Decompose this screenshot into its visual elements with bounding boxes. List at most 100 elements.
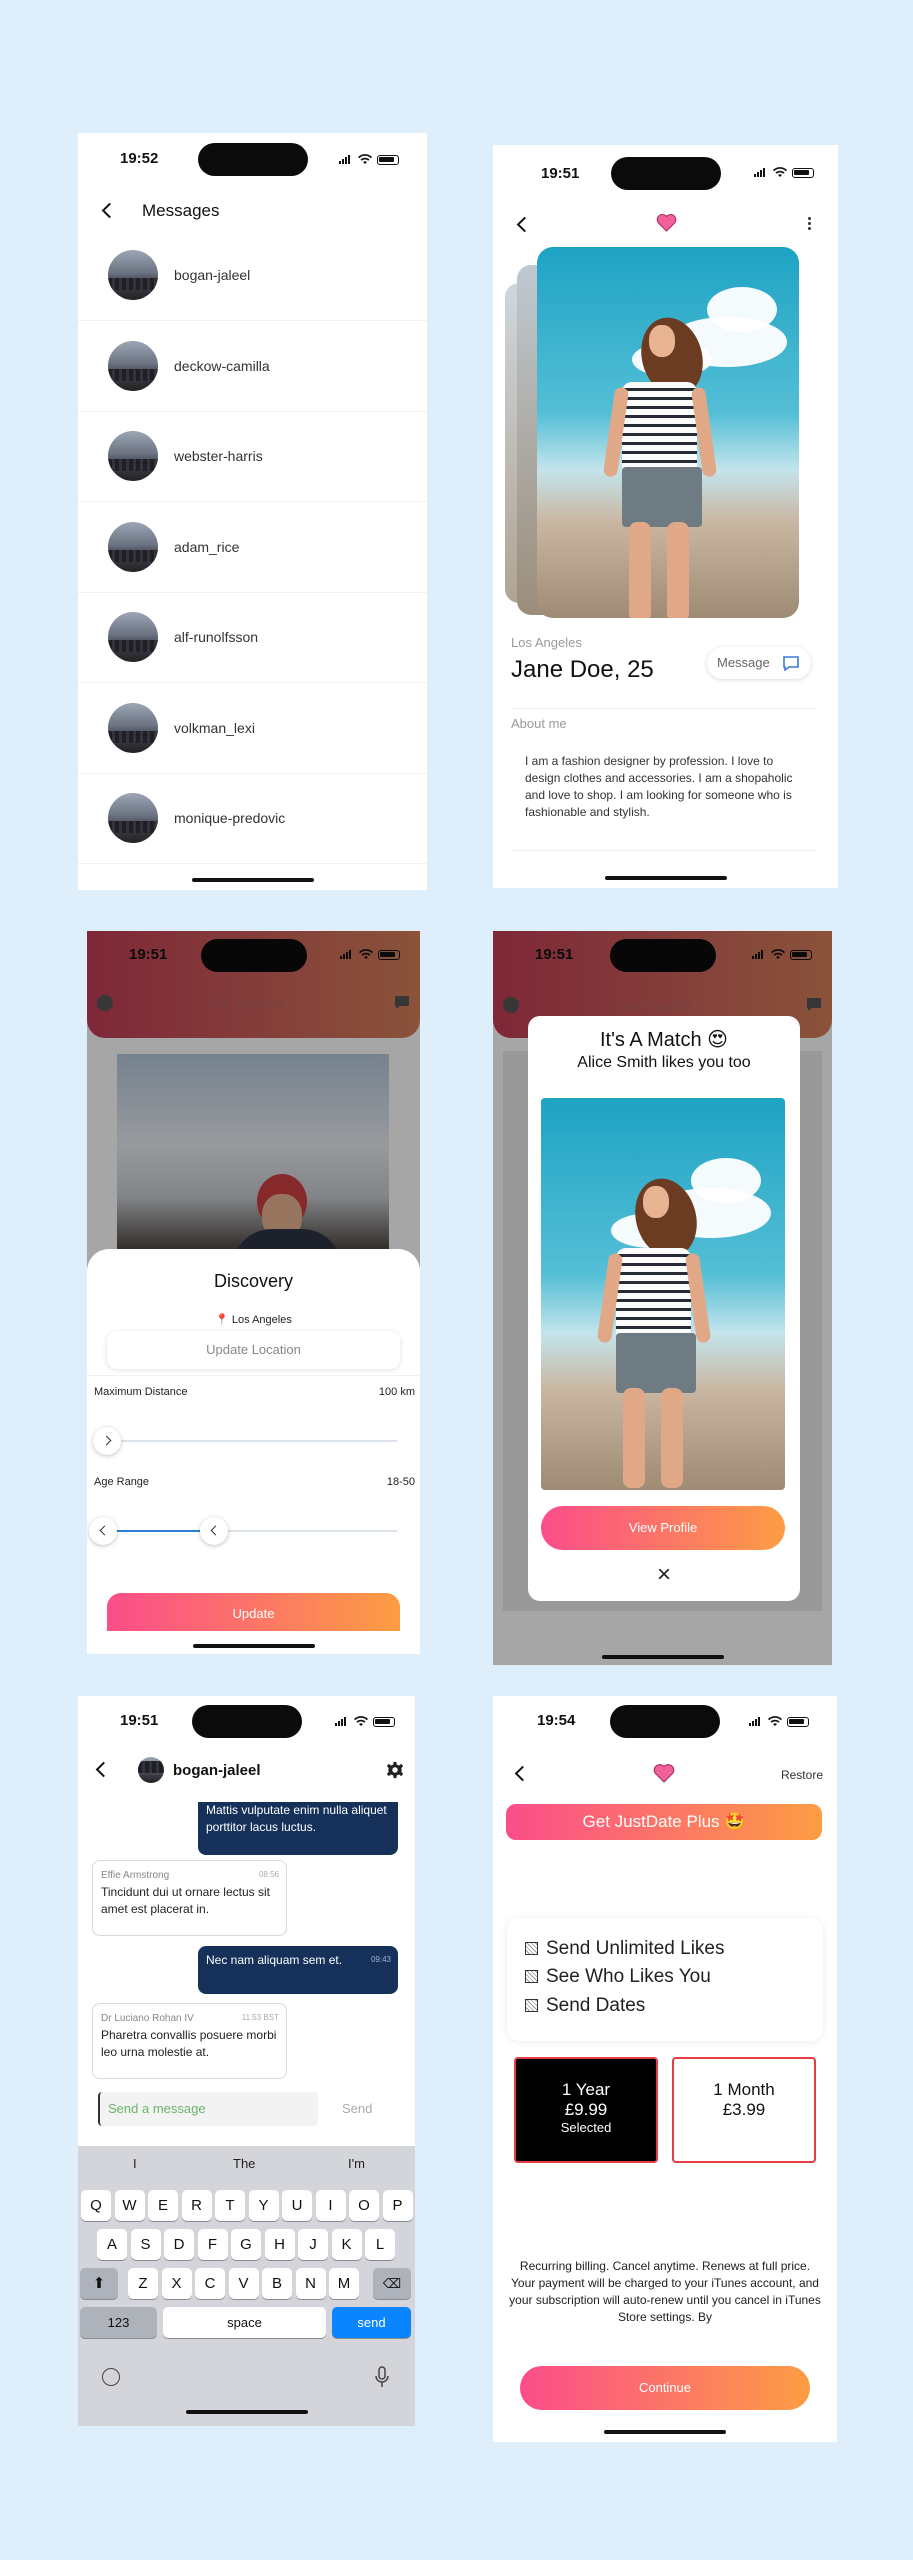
max-distance-slider-track[interactable] <box>97 1440 397 1442</box>
plan-title: 1 Year <box>561 2080 611 2099</box>
key-y[interactable]: Y <box>248 2190 279 2221</box>
microphone-icon[interactable] <box>375 2366 389 2388</box>
send-key[interactable]: send <box>332 2307 411 2338</box>
key-m[interactable]: M <box>329 2268 359 2299</box>
age-range-min-knob[interactable] <box>89 1517 117 1545</box>
key-d[interactable]: D <box>164 2229 194 2260</box>
suggestion[interactable]: I'm <box>348 2156 365 2171</box>
page-title: Messages <box>142 201 220 220</box>
plan-option-monthly[interactable]: 1 Month £3.99 <box>672 2057 816 2163</box>
key-z[interactable]: Z <box>128 2268 158 2299</box>
dynamic-island <box>197 143 308 176</box>
key-j[interactable]: J <box>298 2229 328 2260</box>
more-options-icon[interactable] <box>808 217 811 231</box>
heart-logo-icon <box>656 214 677 232</box>
chat-message-sender: Effie Armstrong <box>101 1870 170 1881</box>
numbers-key[interactable]: 123 <box>80 2307 157 2338</box>
key-x[interactable]: X <box>161 2268 192 2299</box>
status-icons <box>749 1716 809 1727</box>
back-icon[interactable] <box>101 202 118 219</box>
status-bar: 19:51 <box>493 145 838 199</box>
conversation-name: adam_rice <box>174 538 240 555</box>
back-icon[interactable] <box>514 1765 531 1782</box>
conversation-item[interactable]: alf-runolfsson <box>78 593 427 683</box>
status-time: 19:52 <box>120 150 159 167</box>
key-s[interactable]: S <box>130 2229 161 2260</box>
key-h[interactable]: H <box>264 2229 295 2260</box>
key-c[interactable]: C <box>195 2268 225 2299</box>
message-button[interactable]: Message <box>707 647 811 679</box>
about-label: About me <box>511 716 567 731</box>
message-input[interactable]: Send a message <box>98 2092 318 2126</box>
plan-option-yearly[interactable]: 1 Year £9.99 Selected <box>514 2057 658 2163</box>
back-icon[interactable] <box>516 216 533 233</box>
key-e[interactable]: E <box>148 2190 178 2221</box>
key-n[interactable]: N <box>295 2268 326 2299</box>
key-u[interactable]: U <box>282 2190 312 2221</box>
chat-message-time: 09:43 <box>370 1955 391 1964</box>
close-icon[interactable]: × <box>528 1561 800 1589</box>
backspace-key[interactable]: ⌫ <box>373 2268 411 2299</box>
key-o[interactable]: O <box>349 2190 379 2221</box>
conversation-item[interactable]: monique-predovic <box>78 774 427 864</box>
key-g[interactable]: G <box>231 2229 261 2260</box>
settings-gear-icon[interactable] <box>386 1761 404 1779</box>
contact-avatar[interactable] <box>138 1757 164 1783</box>
profile-photo[interactable] <box>537 247 799 618</box>
key-t[interactable]: T <box>215 2190 245 2221</box>
key-k[interactable]: K <box>331 2229 362 2260</box>
key-w[interactable]: W <box>114 2190 145 2221</box>
avatar <box>108 250 158 300</box>
emoji-icon[interactable] <box>102 2368 120 2386</box>
key-i[interactable]: I <box>315 2190 346 2221</box>
avatar <box>108 702 158 753</box>
heart-logo-icon <box>653 1764 675 1783</box>
chat-message: Nec nam aliquam sem et. 09:43 <box>198 1946 398 1994</box>
profile-location: Los Angeles <box>511 635 582 650</box>
feature-label: Send Dates <box>546 1995 646 2016</box>
conversation-item[interactable]: volkman_lexi <box>78 684 427 774</box>
conversation-item[interactable]: adam_rice <box>78 503 427 593</box>
keyboard: I The I'm QWERTYUIOP ASDFGHJKL ZXCVBNM ⬆… <box>78 2146 415 2426</box>
key-r[interactable]: R <box>181 2190 212 2221</box>
space-key[interactable]: space <box>163 2307 326 2338</box>
update-location-button[interactable]: Update Location <box>107 1331 400 1369</box>
conversation-name: webster-harris <box>174 448 263 464</box>
suggestion[interactable]: The <box>233 2156 255 2171</box>
status-icons <box>335 1716 395 1727</box>
key-a[interactable]: A <box>97 2229 127 2260</box>
feature-label: See Who Likes You <box>546 1966 711 1987</box>
back-icon[interactable] <box>95 1761 112 1778</box>
status-time: 19:54 <box>537 1712 576 1729</box>
current-location-text: Los Angeles <box>231 1314 292 1326</box>
key-f[interactable]: F <box>197 2229 228 2260</box>
suggestion[interactable]: I <box>133 2156 137 2171</box>
key-v[interactable]: V <box>228 2268 259 2299</box>
conversation-item[interactable]: webster-harris <box>78 412 427 502</box>
key-q[interactable]: Q <box>81 2190 111 2221</box>
continue-button[interactable]: Continue <box>520 2366 810 2410</box>
contact-name[interactable]: bogan-jaleel <box>173 1762 261 1779</box>
key-l[interactable]: L <box>365 2229 395 2260</box>
status-icons <box>754 167 814 178</box>
key-b[interactable]: B <box>262 2268 292 2299</box>
restore-button[interactable]: Restore <box>781 1768 823 1782</box>
home-indicator <box>191 878 314 882</box>
match-dialog: It's A Match 😍 Alice Smith likes you too… <box>528 1016 800 1601</box>
home-indicator <box>604 876 727 880</box>
key-p[interactable]: P <box>382 2190 413 2221</box>
send-button[interactable]: Send <box>342 2101 372 2116</box>
feature-item: See Who Likes You <box>525 1966 711 1988</box>
max-distance-slider-knob[interactable] <box>93 1427 121 1455</box>
update-button[interactable]: Update <box>107 1593 400 1631</box>
conversation-item[interactable]: bogan-jaleel <box>78 231 427 321</box>
conversation-item[interactable]: deckow-camilla <box>78 322 427 412</box>
chat-screen: 19:51 bogan-jaleel Mattis vulputate enim… <box>78 1696 415 2426</box>
match-screen: 19:51 Los Angeles ⌄ It's A Match 😍 Alice… <box>493 931 832 1665</box>
divider <box>511 850 816 851</box>
home-indicator <box>185 2410 308 2414</box>
view-profile-button[interactable]: View Profile <box>541 1506 785 1550</box>
shift-key[interactable]: ⬆ <box>80 2268 118 2299</box>
age-range-max-knob[interactable] <box>200 1517 228 1545</box>
plan-price: £3.99 <box>722 2100 766 2119</box>
